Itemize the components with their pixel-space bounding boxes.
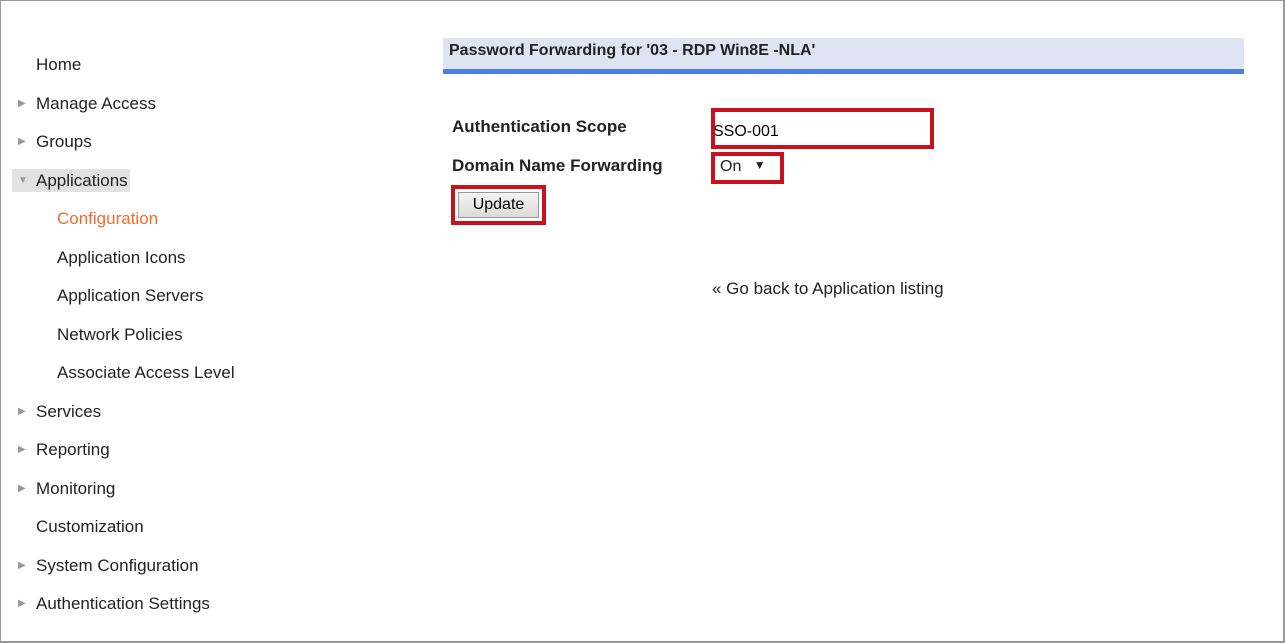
sidebar-item-network-policies[interactable]: Network Policies <box>12 316 272 355</box>
sidebar-item-monitoring[interactable]: ▶ Monitoring <box>12 470 272 509</box>
page-title: Password Forwarding for '03 - RDP Win8E … <box>443 38 1244 74</box>
expand-arrow-icon[interactable]: ▶ <box>18 585 26 624</box>
sidebar-item-authentication-settings[interactable]: ▶ Authentication Settings <box>12 585 272 624</box>
expand-arrow-icon[interactable]: ▶ <box>18 431 26 470</box>
domain-forwarding-select[interactable]: On ▼ <box>711 152 784 184</box>
sidebar-item-groups[interactable]: ▶ Groups <box>12 123 272 162</box>
update-button[interactable]: Update <box>458 192 539 218</box>
sidebar-item-application-icons[interactable]: Application Icons <box>12 239 272 278</box>
sidebar-item-associate-access-level[interactable]: Associate Access Level <box>12 354 272 393</box>
sidebar-item-application-servers[interactable]: Application Servers <box>12 277 272 316</box>
sidebar-item-home[interactable]: Home <box>12 46 272 85</box>
sidebar-item-manage-access[interactable]: ▶ Manage Access <box>12 85 272 124</box>
sidebar-item-applications[interactable]: ▼ Applications <box>12 162 272 201</box>
expand-arrow-icon[interactable]: ▶ <box>18 547 26 586</box>
auth-scope-label: Authentication Scope <box>452 117 627 136</box>
expand-arrow-icon[interactable]: ▶ <box>18 123 26 162</box>
dropdown-arrow-icon: ▼ <box>753 158 766 172</box>
sidebar-item-services[interactable]: ▶ Services <box>12 393 272 432</box>
sidebar-item-reporting[interactable]: ▶ Reporting <box>12 431 272 470</box>
sidebar-nav: Home ▶ Manage Access ▶ Groups ▼ Application… <box>12 46 272 624</box>
update-button-highlight: Update <box>451 185 546 225</box>
auth-scope-input[interactable] <box>711 108 934 149</box>
expand-arrow-icon[interactable]: ▶ <box>18 85 26 124</box>
collapse-arrow-icon[interactable]: ▼ <box>18 162 28 201</box>
sidebar-item-customization[interactable]: Customization <box>12 508 272 547</box>
sidebar-item-configuration[interactable]: Configuration <box>12 200 272 239</box>
sidebar-item-system-configuration[interactable]: ▶ System Configuration <box>12 547 272 586</box>
domain-forwarding-label: Domain Name Forwarding <box>452 156 663 175</box>
expand-arrow-icon[interactable]: ▶ <box>18 470 26 509</box>
expand-arrow-icon[interactable]: ▶ <box>18 393 26 432</box>
back-to-application-listing-link[interactable]: « Go back to Application listing <box>712 279 944 299</box>
